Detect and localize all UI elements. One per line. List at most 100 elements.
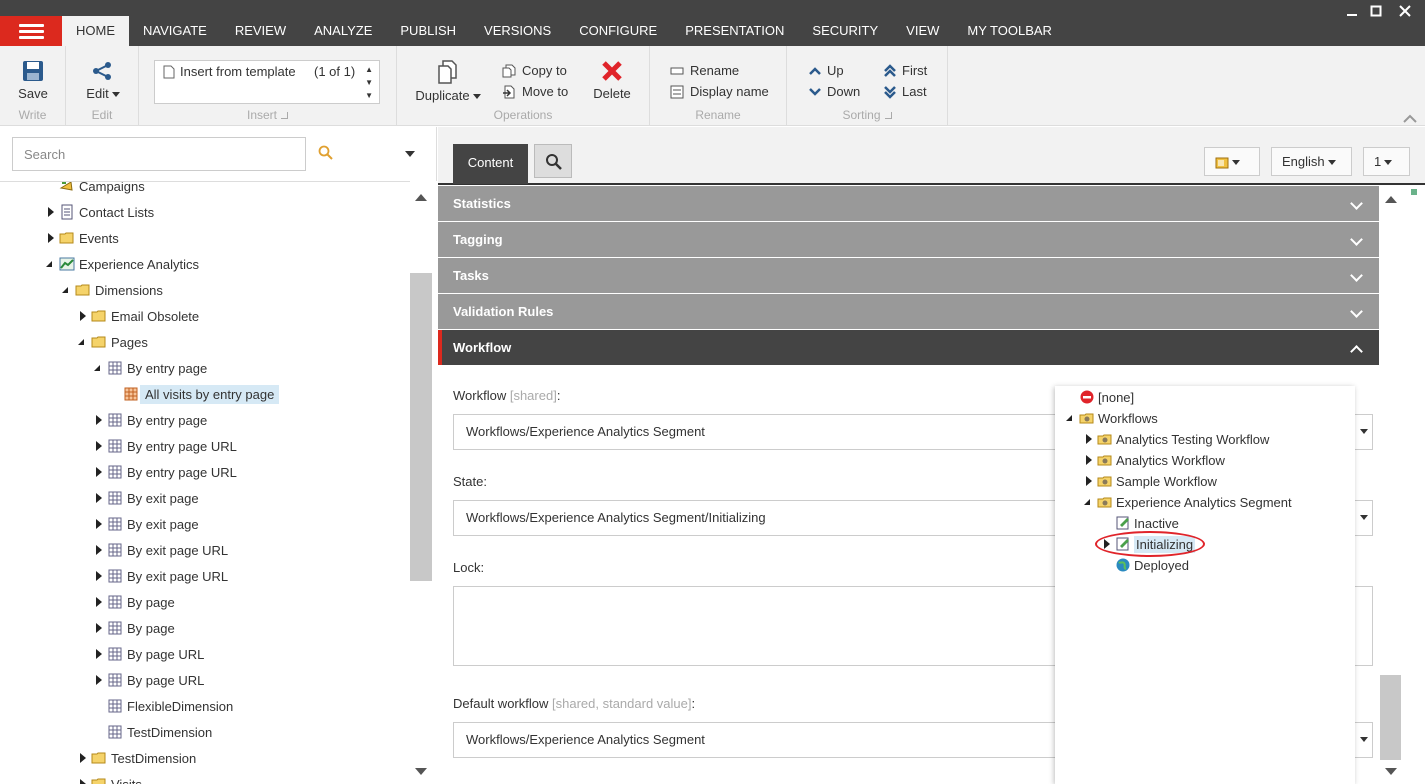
tree-node[interactable]: Visits bbox=[75, 773, 142, 784]
tree-scroll-thumb[interactable] bbox=[410, 273, 432, 581]
section-tasks[interactable]: Tasks bbox=[438, 258, 1379, 293]
section-statistics[interactable]: Statistics bbox=[438, 186, 1379, 221]
collapse-arrow-icon[interactable] bbox=[1081, 494, 1097, 510]
tree-scrollbar[interactable] bbox=[410, 181, 437, 784]
insert-from-template-item[interactable]: Insert from template bbox=[163, 64, 296, 79]
expand-arrow-icon[interactable] bbox=[43, 204, 59, 220]
editor-scroll-thumb[interactable] bbox=[1380, 675, 1401, 760]
tree-node[interactable]: By exit page bbox=[91, 513, 199, 535]
tree-node[interactable]: By page URL bbox=[91, 643, 204, 665]
workflow-tree-node[interactable]: Workflows bbox=[1063, 408, 1158, 428]
scroll-up-icon[interactable] bbox=[1385, 196, 1397, 203]
workflow-tree-node[interactable]: Deployed bbox=[1099, 555, 1189, 575]
expand-arrow-icon[interactable] bbox=[1081, 452, 1097, 468]
expand-arrow-icon[interactable] bbox=[91, 672, 107, 688]
close-icon[interactable] bbox=[1395, 2, 1415, 24]
expand-arrow-icon[interactable] bbox=[75, 308, 91, 324]
section-validation-rules[interactable]: Validation Rules bbox=[438, 294, 1379, 329]
tree-node[interactable]: By entry page bbox=[91, 409, 207, 431]
expand-arrow-icon[interactable] bbox=[91, 438, 107, 454]
delete-button[interactable]: Delete bbox=[587, 60, 637, 101]
tree-node[interactable]: By entry page URL bbox=[91, 461, 237, 483]
tree-node[interactable]: Events bbox=[43, 227, 119, 249]
workflow-tree-node[interactable]: Sample Workflow bbox=[1081, 471, 1217, 491]
workflow-tree-node[interactable]: Analytics Testing Workflow bbox=[1081, 429, 1269, 449]
expand-corner-icon[interactable] bbox=[884, 112, 892, 119]
collapse-arrow-icon[interactable] bbox=[43, 256, 59, 272]
sort-down-button[interactable]: Down bbox=[809, 84, 860, 99]
language-selector[interactable]: English bbox=[1271, 147, 1352, 176]
workflow-tree-node[interactable]: [none] bbox=[1063, 387, 1134, 407]
version-selector[interactable]: 1 bbox=[1363, 147, 1410, 176]
sort-first-button[interactable]: First bbox=[884, 63, 927, 78]
search-icon[interactable] bbox=[318, 145, 334, 161]
scroll-down-icon[interactable] bbox=[1385, 768, 1397, 775]
tab-view[interactable]: VIEW bbox=[892, 16, 953, 46]
tab-publish[interactable]: PUBLISH bbox=[386, 16, 470, 46]
tab-navigate[interactable]: NAVIGATE bbox=[129, 16, 221, 46]
tab-home[interactable]: HOME bbox=[62, 16, 129, 46]
workflow-tree-node[interactable]: Experience Analytics Segment bbox=[1081, 492, 1292, 512]
expand-arrow-icon[interactable] bbox=[1081, 473, 1097, 489]
collapse-ribbon-icon[interactable] bbox=[1403, 114, 1417, 124]
tree-node[interactable]: Pages bbox=[75, 331, 148, 353]
search-options-dropdown[interactable] bbox=[405, 151, 415, 157]
tree-node[interactable]: Email Obsolete bbox=[75, 305, 199, 327]
tree-node[interactable]: By exit page URL bbox=[91, 539, 228, 561]
tree-node[interactable]: TestDimension bbox=[75, 747, 196, 769]
tree-node[interactable]: By entry page URL bbox=[91, 435, 237, 457]
tab-security[interactable]: SECURITY bbox=[798, 16, 892, 46]
tree-node[interactable]: Contact Lists bbox=[43, 201, 154, 223]
maximize-icon[interactable] bbox=[1366, 2, 1386, 24]
expand-arrow-icon[interactable] bbox=[91, 542, 107, 558]
expand-arrow-icon[interactable] bbox=[91, 620, 107, 636]
menu-button[interactable] bbox=[0, 16, 62, 46]
sort-last-button[interactable]: Last bbox=[884, 84, 927, 99]
collapse-arrow-icon[interactable] bbox=[59, 282, 75, 298]
expand-corner-icon[interactable] bbox=[281, 112, 288, 119]
tree-node[interactable]: By page bbox=[91, 617, 175, 639]
scroll-up-icon[interactable] bbox=[415, 194, 427, 201]
editor-search-button[interactable] bbox=[534, 144, 572, 178]
expand-arrow-icon[interactable] bbox=[75, 750, 91, 766]
expand-arrow-icon[interactable] bbox=[43, 230, 59, 246]
section-workflow[interactable]: Workflow bbox=[438, 330, 1379, 365]
tree-node[interactable]: All visits by entry page bbox=[107, 383, 280, 405]
expand-arrow-icon[interactable] bbox=[91, 464, 107, 480]
workflow-tree-node[interactable]: Analytics Workflow bbox=[1081, 450, 1225, 470]
tree-node[interactable]: By page URL bbox=[91, 669, 204, 691]
collapse-arrow-icon[interactable] bbox=[1063, 410, 1079, 426]
tab-my-toolbar[interactable]: MY TOOLBAR bbox=[953, 16, 1066, 46]
expand-arrow-icon[interactable] bbox=[75, 776, 91, 784]
tab-versions[interactable]: VERSIONS bbox=[470, 16, 565, 46]
expand-arrow-icon[interactable] bbox=[91, 594, 107, 610]
tab-presentation[interactable]: PRESENTATION bbox=[671, 16, 798, 46]
expand-arrow-icon[interactable] bbox=[91, 516, 107, 532]
duplicate-button[interactable]: Duplicate bbox=[415, 60, 481, 103]
scroll-down-icon[interactable] bbox=[415, 768, 427, 775]
item-options-button[interactable] bbox=[1204, 147, 1260, 176]
tab-analyze[interactable]: ANALYZE bbox=[300, 16, 386, 46]
search-input[interactable] bbox=[12, 137, 306, 171]
tree-node[interactable]: By exit page URL bbox=[91, 565, 228, 587]
tree-node[interactable]: TestDimension bbox=[91, 721, 212, 743]
expand-arrow-icon[interactable] bbox=[91, 490, 107, 506]
display-name-button[interactable]: Display name bbox=[670, 84, 769, 99]
tree-node[interactable]: By exit page bbox=[91, 487, 199, 509]
editor-scrollbar[interactable] bbox=[1379, 186, 1404, 784]
insert-template-list[interactable]: Insert from template (1 of 1) ▲ ▼ ▼ bbox=[154, 60, 380, 104]
edit-button[interactable]: Edit bbox=[80, 60, 126, 101]
expand-arrow-icon[interactable] bbox=[91, 646, 107, 662]
tree-node[interactable]: Experience Analytics bbox=[43, 253, 199, 275]
tab-configure[interactable]: CONFIGURE bbox=[565, 16, 671, 46]
expand-arrow-icon[interactable] bbox=[91, 412, 107, 428]
workflow-tree-node[interactable]: Inactive bbox=[1099, 513, 1179, 533]
tree-node[interactable]: Campaigns bbox=[43, 182, 145, 197]
tree-node[interactable]: FlexibleDimension bbox=[91, 695, 233, 717]
expand-arrow-icon[interactable] bbox=[1081, 431, 1097, 447]
tree-node[interactable]: By page bbox=[91, 591, 175, 613]
minimize-icon[interactable] bbox=[1342, 2, 1362, 24]
tree-node[interactable]: Dimensions bbox=[59, 279, 163, 301]
sort-up-button[interactable]: Up bbox=[809, 63, 844, 78]
tab-review[interactable]: REVIEW bbox=[221, 16, 300, 46]
